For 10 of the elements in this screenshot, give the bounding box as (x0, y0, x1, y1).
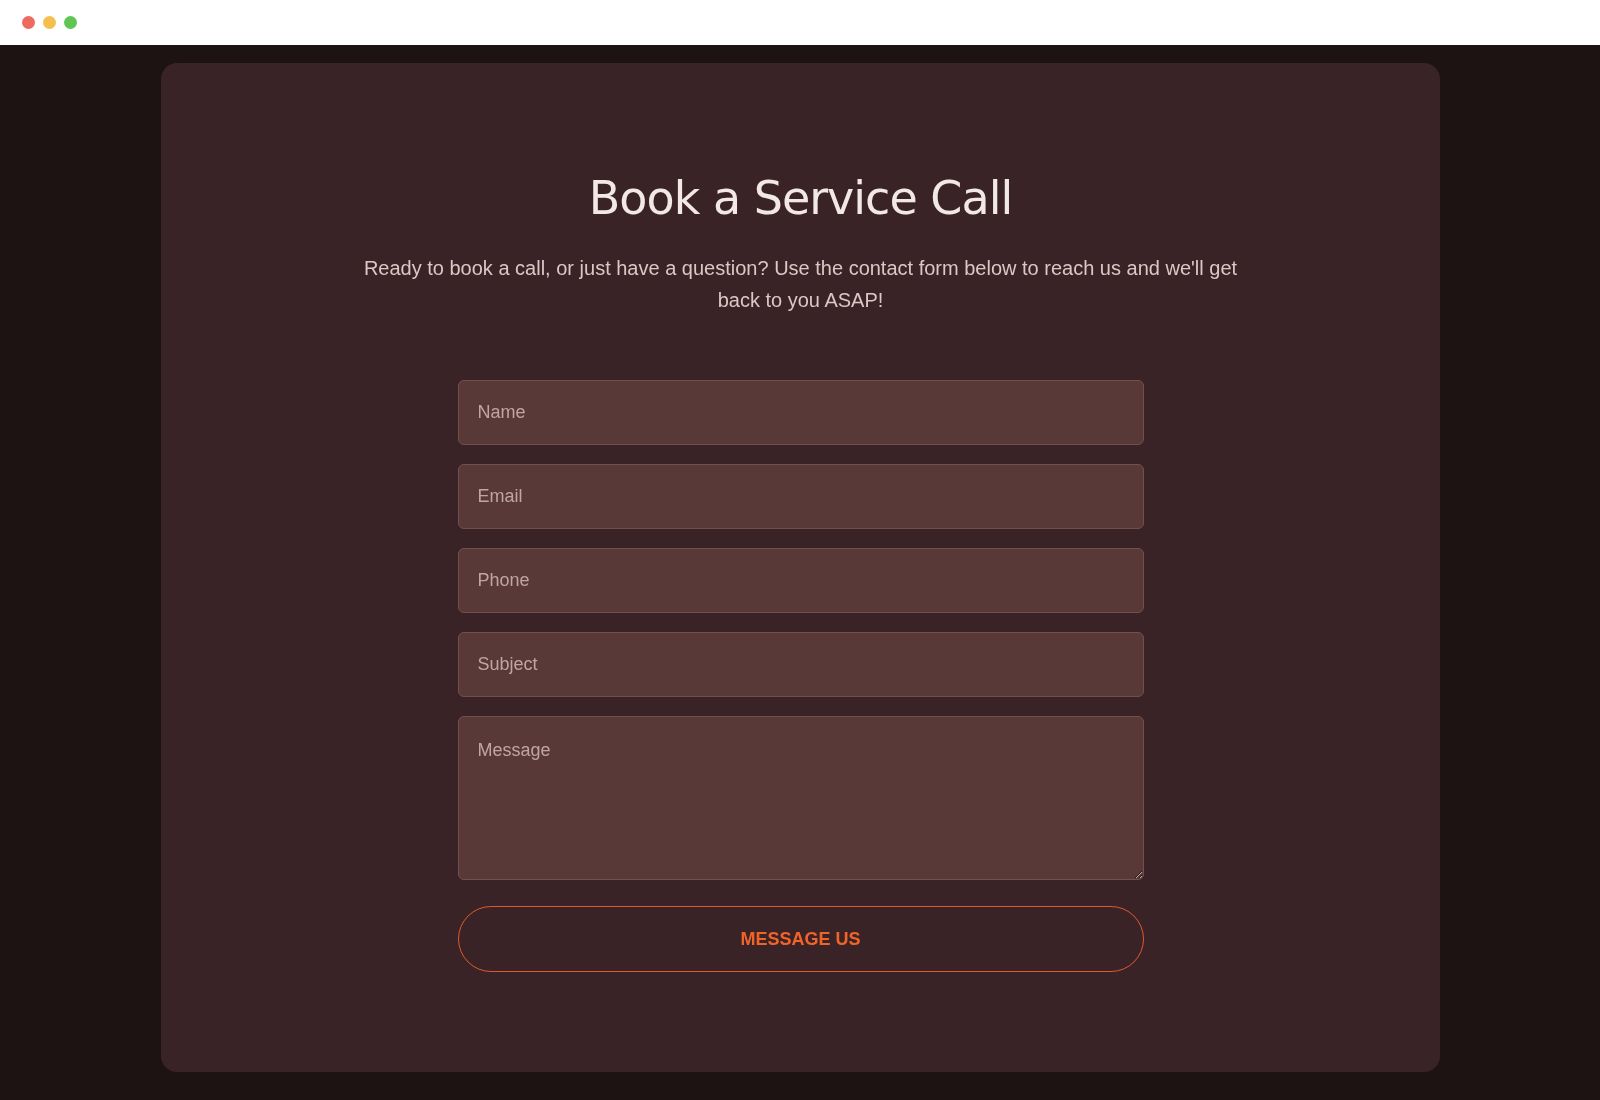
input-field[interactable]: Phone (457, 548, 1144, 614)
input-field[interactable]: Email (457, 464, 1144, 530)
minimize-dot-icon[interactable] (43, 16, 56, 29)
page-title: Book a Service Call (588, 171, 1013, 227)
input-field[interactable]: Subject (457, 632, 1144, 698)
close-dot-icon[interactable] (22, 16, 35, 29)
maximize-dot-icon[interactable] (64, 16, 77, 29)
message-field[interactable]: Message (457, 716, 1144, 881)
input-field[interactable]: Name (457, 380, 1144, 446)
intro-text: Ready to book a call, or just have a question? Use the contact form below to reach us and we'll get back to you ASAP! (362, 256, 1239, 314)
